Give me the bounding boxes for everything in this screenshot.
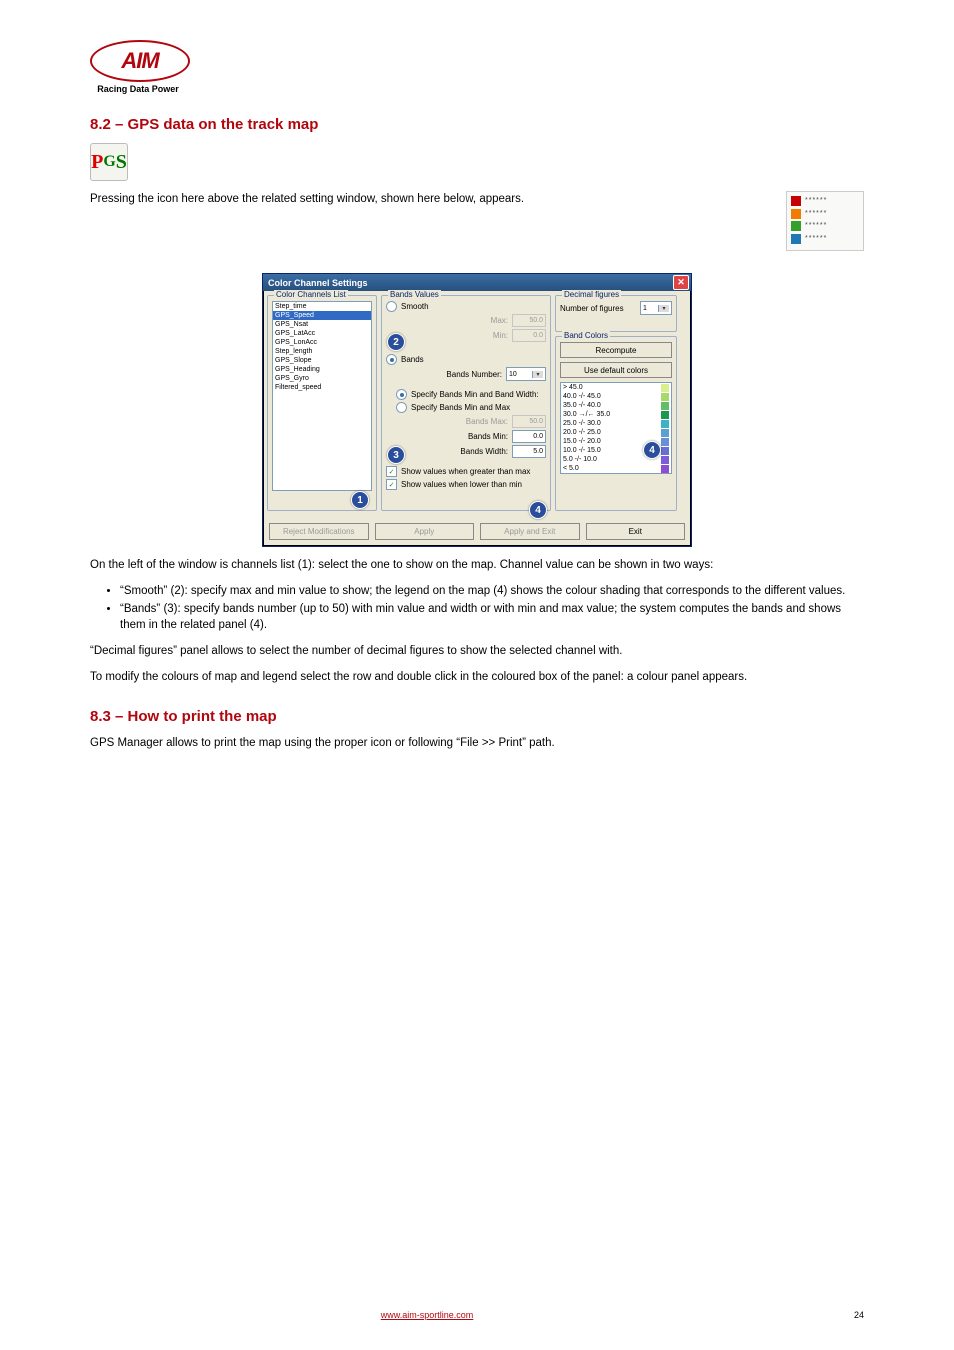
paragraph: Pressing the icon here above the related… [90, 191, 864, 263]
group-band-colors: Band Colors [562, 331, 610, 340]
badge-2: 2 [387, 333, 405, 351]
gps-color-icon: PGS [90, 143, 128, 181]
bands-max-input: 50.0 [512, 415, 546, 428]
list-item[interactable]: Filtered_speed [273, 383, 371, 392]
bands-max-label: Bands Max: [386, 417, 512, 426]
group-decimal-figures: Decimal figures [562, 290, 621, 299]
paragraph: On the left of the window is channels li… [90, 557, 864, 573]
list-item[interactable]: Step_time [273, 302, 371, 311]
bullet-list: “Smooth” (2): specify max and min value … [120, 583, 864, 633]
apply-button[interactable]: Apply [375, 523, 475, 540]
bands-min-label: Bands Min: [386, 432, 512, 441]
badge-4b: 4 [643, 441, 661, 459]
chevron-down-icon: ▾ [658, 305, 669, 312]
badge-3: 3 [387, 446, 405, 464]
max-label: Max: [386, 316, 512, 325]
max-input: 50.0 [512, 314, 546, 327]
paragraph: To modify the colours of map and legend … [90, 669, 864, 685]
list-item[interactable]: GPS_Heading [273, 365, 371, 374]
color-channel-settings-dialog: Color Channel Settings ✕ Color Channels … [262, 273, 692, 547]
smooth-radio[interactable]: Smooth [386, 301, 546, 312]
spec-min-width-radio[interactable]: Specify Bands Min and Band Width: [386, 389, 546, 400]
list-item[interactable]: GPS_Gyro [273, 374, 371, 383]
list-item[interactable]: GPS_Speed [273, 311, 371, 320]
paragraph: GPS Manager allows to print the map usin… [90, 735, 864, 751]
badge-4a: 4 [529, 501, 547, 519]
section-heading: 8.2 – GPS data on the track map [90, 116, 318, 133]
close-icon[interactable]: ✕ [673, 275, 689, 290]
channel-list[interactable]: Step_time GPS_Speed GPS_Nsat GPS_LatAcc … [272, 301, 372, 491]
paragraph: “Decimal figures” panel allows to select… [90, 643, 864, 659]
chk-show-lower[interactable]: Show values when lower than min [386, 479, 546, 490]
list-item: “Smooth” (2): specify max and min value … [120, 583, 864, 599]
bands-number-label: Bands Number: [386, 370, 506, 379]
list-item[interactable]: GPS_LonAcc [273, 338, 371, 347]
legend-thumbnail [786, 191, 864, 251]
list-item[interactable]: Step_length [273, 347, 371, 356]
chk-show-greater[interactable]: Show values when greater than max [386, 466, 546, 477]
spec-min-max-radio[interactable]: Specify Bands Min and Max [386, 402, 546, 413]
section-heading: 8.3 – How to print the map [90, 708, 864, 725]
bands-number-select[interactable]: 10▾ [506, 367, 546, 381]
dialog-titlebar: Color Channel Settings ✕ [263, 274, 691, 291]
page-footer: www.aim-sportline.com 24 [0, 1310, 954, 1320]
list-item[interactable]: GPS_LatAcc [273, 329, 371, 338]
chevron-down-icon: ▾ [532, 371, 543, 378]
dialog-title: Color Channel Settings [268, 278, 368, 288]
num-figures-select[interactable]: 1▾ [640, 301, 672, 315]
num-figures-label: Number of figures [560, 304, 640, 313]
apply-exit-button[interactable]: Apply and Exit [480, 523, 580, 540]
list-item: “Bands” (3): specify bands number (up to… [120, 601, 864, 633]
bands-min-input[interactable]: 0.0 [512, 430, 546, 443]
color-bands-list[interactable]: > 45.0 40.0 -/- 45.0 35.0 -/- 40.0 30.0 … [560, 382, 672, 474]
page-number: 24 [854, 1310, 864, 1320]
reject-button[interactable]: Reject Modifications [269, 523, 369, 540]
list-item[interactable]: GPS_Nsat [273, 320, 371, 329]
recompute-button[interactable]: Recompute [560, 342, 672, 358]
exit-button[interactable]: Exit [586, 523, 686, 540]
bands-width-input[interactable]: 5.0 [512, 445, 546, 458]
group-bands-values: Bands Values [388, 290, 441, 299]
footer-link: www.aim-sportline.com [381, 1310, 474, 1320]
logo: AIM Racing Data Power [90, 40, 186, 94]
min-label: Min: [386, 331, 512, 340]
default-colors-button[interactable]: Use default colors [560, 362, 672, 378]
list-item[interactable]: GPS_Slope [273, 356, 371, 365]
group-channels-list: Color Channels List [274, 290, 348, 299]
bands-radio[interactable]: Bands [386, 354, 546, 365]
badge-1: 1 [351, 491, 369, 509]
min-input: 0.0 [512, 329, 546, 342]
